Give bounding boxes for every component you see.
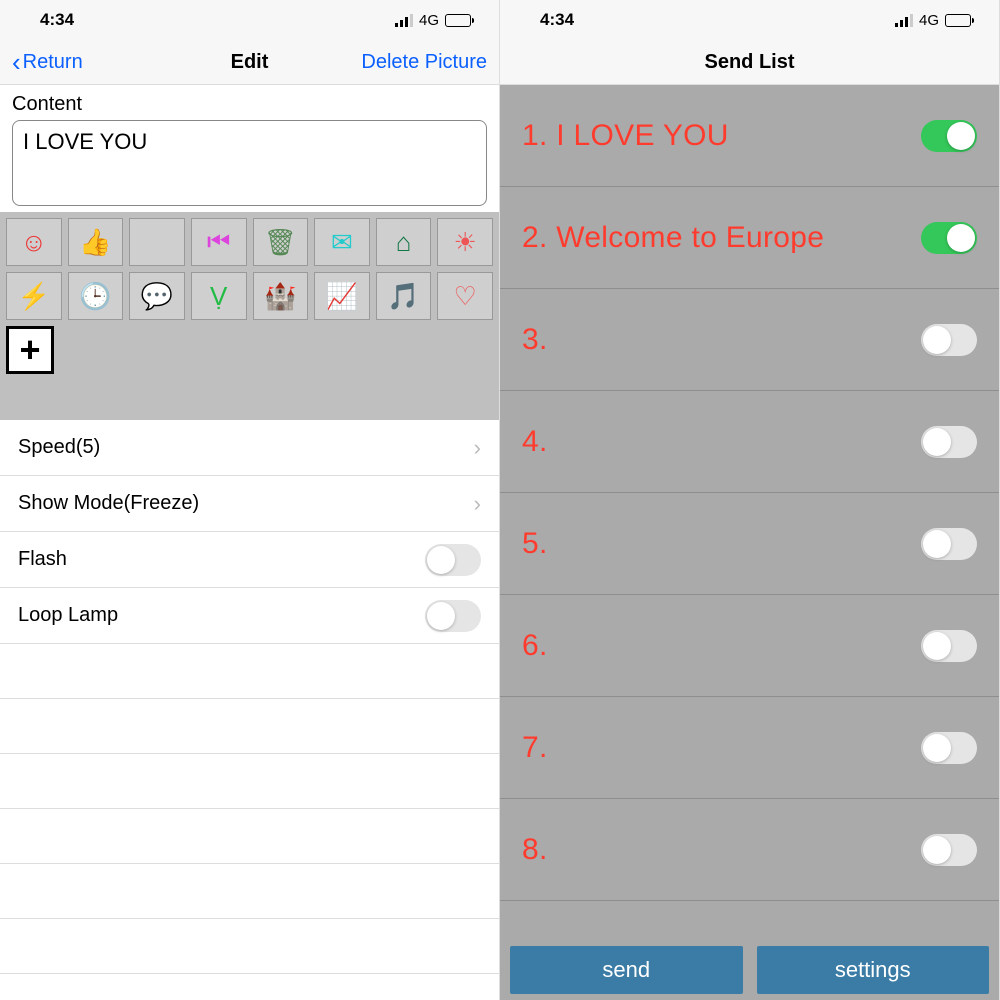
send-list-item-toggle[interactable]: [921, 324, 977, 356]
send-list-item-toggle[interactable]: [921, 630, 977, 662]
network-label: 4G: [919, 12, 939, 29]
status-bar: 4:34 4G: [0, 0, 499, 40]
content-input[interactable]: I LOVE YOU: [12, 120, 487, 206]
nav-bar: Send List: [500, 40, 999, 85]
network-label: 4G: [419, 12, 439, 29]
send-list-item-label: 2. Welcome to Europe: [522, 221, 824, 255]
home-icon[interactable]: ⌂: [376, 218, 432, 266]
send-list-item[interactable]: 7.: [500, 697, 999, 799]
send-list-item-toggle[interactable]: [921, 834, 977, 866]
music-icon[interactable]: 🎵: [376, 272, 432, 320]
sun-icon[interactable]: ☀: [437, 218, 493, 266]
delete-picture-button[interactable]: Delete Picture: [361, 51, 487, 74]
send-list-item-label: 4.: [522, 425, 548, 459]
heart-icon[interactable]: ♡: [437, 272, 493, 320]
send-list-item[interactable]: 8.: [500, 799, 999, 901]
settings-button[interactable]: settings: [757, 946, 990, 994]
trash-icon[interactable]: 🗑: [253, 218, 309, 266]
send-list-item[interactable]: 2. Welcome to Europe: [500, 187, 999, 289]
send-list-screen: 4:34 4G Send List 1. I LOVE YOU 2. Welcom…: [500, 0, 1000, 1000]
send-list-item-toggle[interactable]: [921, 222, 977, 254]
apple-icon[interactable]: [129, 218, 185, 266]
empty-row: [0, 809, 499, 864]
status-time: 4:34: [40, 10, 74, 30]
page-title: Send List: [500, 51, 999, 74]
icon-picker: ☺👍 ⏮🗑✉⌂☀ ⚡🕒💬Ṿ🏰📈🎵♡ +: [0, 212, 499, 420]
prev-track-icon[interactable]: ⏮: [191, 218, 247, 266]
empty-row: [0, 864, 499, 919]
send-list-item-label: 3.: [522, 323, 548, 357]
send-list-item-label: 8.: [522, 833, 548, 867]
chat-icon[interactable]: 💬: [129, 272, 185, 320]
show-mode-label: Show Mode(Freeze): [18, 492, 199, 515]
status-right: 4G: [895, 12, 971, 29]
castle-icon[interactable]: 🏰: [253, 272, 309, 320]
send-list-item[interactable]: 5.: [500, 493, 999, 595]
battery-icon: [445, 14, 471, 27]
battery-icon: [945, 14, 971, 27]
send-list: 1. I LOVE YOU 2. Welcome to Europe 3. 4. 5. 6…: [500, 85, 999, 1000]
bolt-icon[interactable]: ⚡: [6, 272, 62, 320]
speed-label: Speed(5): [18, 436, 100, 459]
back-button[interactable]: ‹ Return: [12, 49, 83, 75]
chart-icon[interactable]: 📈: [314, 272, 370, 320]
speed-row[interactable]: Speed(5) ›: [0, 420, 499, 476]
send-button[interactable]: send: [510, 946, 743, 994]
send-list-item-toggle[interactable]: [921, 528, 977, 560]
send-list-item-toggle[interactable]: [921, 732, 977, 764]
loop-lamp-row: Loop Lamp: [0, 588, 499, 644]
mail-icon[interactable]: ✉: [314, 218, 370, 266]
send-list-item-toggle[interactable]: [921, 120, 977, 152]
content-label: Content: [0, 85, 499, 120]
send-list-item-label: 1. I LOVE YOU: [522, 119, 729, 153]
status-time: 4:34: [540, 10, 574, 30]
cart-icon[interactable]: Ṿ: [191, 272, 247, 320]
empty-row: [0, 644, 499, 699]
empty-row: [0, 699, 499, 754]
send-list-item[interactable]: 6.: [500, 595, 999, 697]
empty-row: [0, 754, 499, 809]
send-list-item-label: 5.: [522, 527, 548, 561]
flash-row: Flash: [0, 532, 499, 588]
settings-list: Speed(5) › Show Mode(Freeze) › Flash Loo…: [0, 420, 499, 974]
signal-icon: [395, 14, 413, 27]
flash-label: Flash: [18, 548, 67, 571]
send-list-item-label: 7.: [522, 731, 548, 765]
nav-bar: ‹ Return Edit Delete Picture: [0, 40, 499, 85]
signal-icon: [895, 14, 913, 27]
thumbs-up-icon[interactable]: 👍: [68, 218, 124, 266]
back-label: Return: [23, 51, 83, 74]
send-list-item-toggle[interactable]: [921, 426, 977, 458]
send-list-item[interactable]: 4.: [500, 391, 999, 493]
send-list-item-label: 6.: [522, 629, 548, 663]
add-icon-button[interactable]: +: [6, 326, 54, 374]
loop-lamp-toggle[interactable]: [425, 600, 481, 632]
chevron-right-icon: ›: [474, 491, 481, 517]
show-mode-row[interactable]: Show Mode(Freeze) ›: [0, 476, 499, 532]
empty-row: [0, 919, 499, 974]
bottom-bar: send settings: [500, 946, 999, 1000]
status-bar: 4:34 4G: [500, 0, 999, 40]
clock-icon[interactable]: 🕒: [68, 272, 124, 320]
chevron-right-icon: ›: [474, 435, 481, 461]
chevron-left-icon: ‹: [12, 49, 21, 75]
status-right: 4G: [395, 12, 471, 29]
loop-lamp-label: Loop Lamp: [18, 604, 118, 627]
flash-toggle[interactable]: [425, 544, 481, 576]
edit-screen: 4:34 4G ‹ Return Edit Delete Picture Con…: [0, 0, 500, 1000]
send-list-item[interactable]: 1. I LOVE YOU: [500, 85, 999, 187]
face-icon[interactable]: ☺: [6, 218, 62, 266]
send-list-item[interactable]: 3.: [500, 289, 999, 391]
